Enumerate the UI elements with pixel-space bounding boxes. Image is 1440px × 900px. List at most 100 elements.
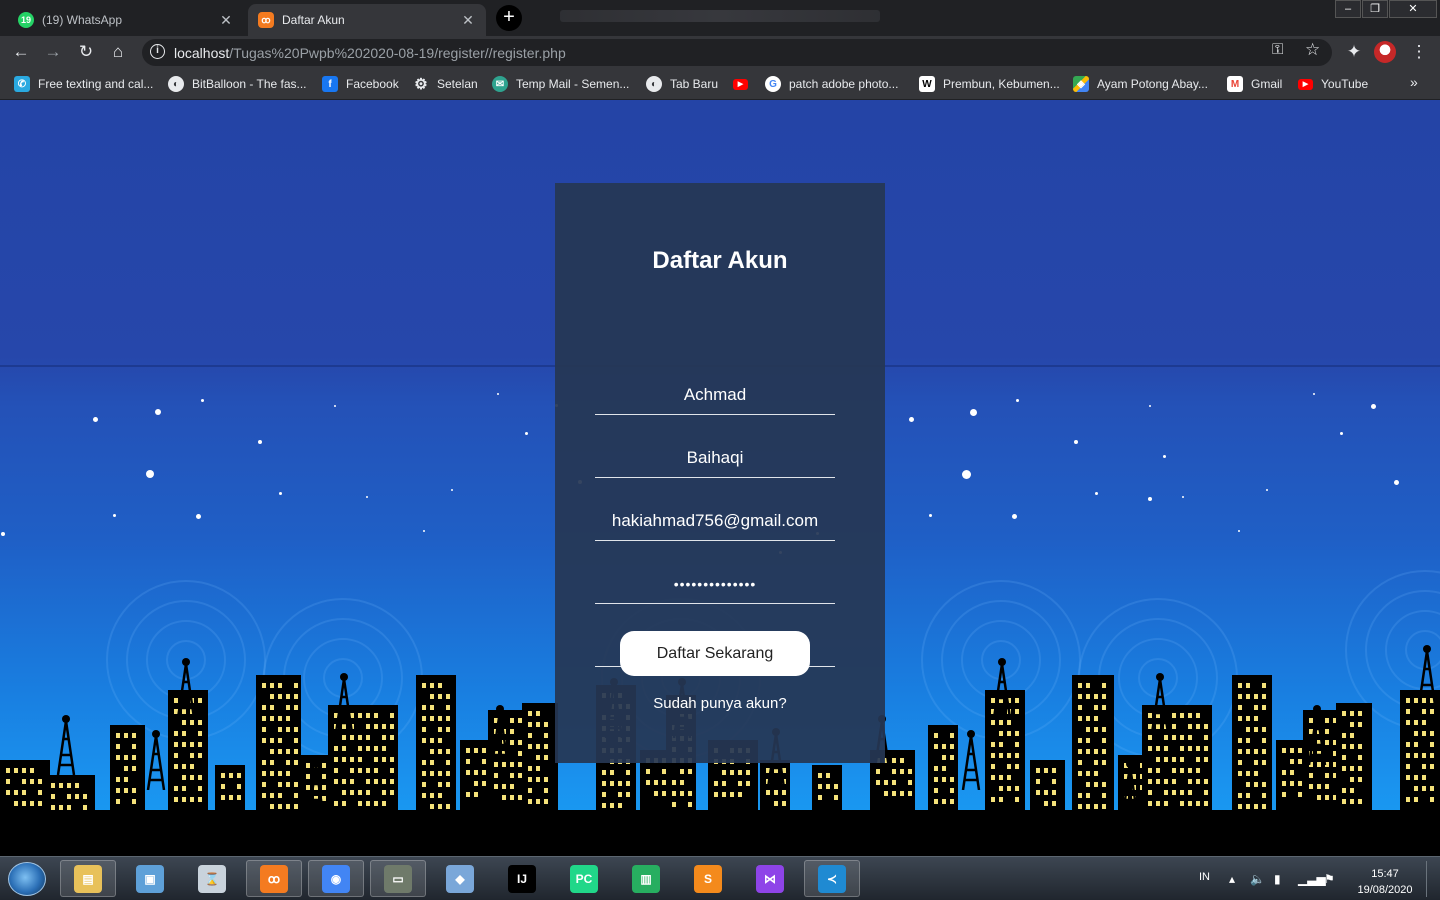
reload-icon[interactable]: ↻ [74,40,98,64]
forward-icon[interactable]: → [41,40,65,64]
building-window [1204,790,1208,795]
email-input[interactable] [595,501,835,541]
taskbar-app[interactable]: ▤ [60,860,116,897]
tab-daftar-akun[interactable]: ꝏ Daftar Akun ✕ [248,4,486,36]
bookmark-item[interactable]: ✆ Free texting and cal... [14,75,153,93]
trello-icon: ▥ [632,864,660,893]
taskbar-app[interactable]: ≺ [804,860,860,897]
network-signal-icon[interactable]: ▁▃▅ [1298,872,1326,886]
close-tab-icon[interactable]: ✕ [218,12,234,29]
url-text[interactable]: localhost/Tugas%20Pwpb%202020-08-19/regi… [174,45,566,61]
building-window [390,779,394,784]
close-window-button[interactable]: ✕ [1389,0,1437,18]
building-window [190,775,194,780]
taskbar-app[interactable]: PC [556,860,612,897]
building-window [680,780,684,785]
building-window [278,694,282,699]
building-window [528,733,532,738]
address-bar[interactable]: i localhost/Tugas%20Pwpb%202020-08-19/re… [142,39,1332,66]
bookmark-item[interactable]: ✉ Temp Mail - Semen... [492,75,629,93]
new-tab-button[interactable]: + [496,5,522,31]
system-clock[interactable]: 15:47 19/08/2020 [1350,866,1420,898]
building-window [1094,760,1098,765]
bookmark-item[interactable]: ◈ Ayam Potong Abay... [1073,75,1208,93]
taskbar-app[interactable]: IJ [494,860,550,897]
bookmark-item[interactable]: ⚙ Setelan [413,75,477,93]
taskbar-app[interactable]: ◆ [432,860,488,897]
bookmark-item[interactable]: ▶ YouTube [1298,75,1368,93]
first-name-input[interactable] [595,375,835,415]
antenna-tower [306,760,326,821]
taskbar-app[interactable]: ▣ [122,860,178,897]
building-window [818,784,822,789]
building-window [528,777,532,782]
taskbar-app[interactable]: ▭ [370,860,426,897]
bookmarks-overflow-button[interactable]: » [1410,74,1418,90]
bookmark-item[interactable]: f Facebook [322,75,399,93]
antenna-tower [961,730,981,791]
whatsapp-icon: 19 [18,12,34,28]
building-window [934,766,938,771]
building-window [1238,683,1242,688]
taskbar-app[interactable]: ▥ [618,860,674,897]
bookmark-item[interactable]: M Gmail [1227,75,1282,93]
maximize-button[interactable]: ❐ [1362,0,1388,18]
action-center-icon[interactable]: ⚑ [1324,872,1335,886]
show-hidden-icons-icon[interactable]: ▴ [1229,872,1235,886]
building-window [528,744,532,749]
xampp-icon: ꝏ [260,864,288,893]
login-link[interactable]: Sudah punya akun? [555,695,885,712]
taskbar-app[interactable]: ⋈ [742,860,798,897]
register-button[interactable]: Daftar Sekarang [620,631,810,676]
bookmark-label: Gmail [1251,77,1283,91]
bookmark-item[interactable]: ◐ Tab Baru [646,75,718,93]
building-window [1078,716,1082,721]
building-window [1262,694,1266,699]
building-window [438,738,442,743]
bookmark-item[interactable]: W Prembun, Kebumen... [919,75,1060,93]
taskbar-app[interactable]: ⌛ [184,860,240,897]
close-tab-icon[interactable]: ✕ [460,12,476,29]
bookmark-item[interactable]: ▶ [733,75,756,93]
bookmark-item[interactable]: ◐ BitBalloon - The fas... [168,75,307,93]
info-icon[interactable]: i [150,44,165,59]
key-icon[interactable]: ⚿ [1272,41,1283,58]
building-window [892,758,896,763]
extensions-icon[interactable]: ✦ [1342,40,1366,64]
start-button[interactable] [8,862,46,896]
building-window [422,738,426,743]
building [110,725,145,815]
show-desktop-button[interactable] [1426,861,1438,897]
register-card: Daftar Akun Daftar Sekarang Sudah punya … [555,183,885,763]
taskbar-app[interactable]: ◉ [308,860,364,897]
last-name-input[interactable] [595,438,835,478]
taskbar-app[interactable]: ꝏ [246,860,302,897]
home-icon[interactable]: ⌂ [106,40,130,64]
password-input[interactable] [595,564,835,604]
building-window [1342,733,1346,738]
star [497,393,499,395]
building-window [374,724,378,729]
taskbar-app[interactable]: S [680,860,736,897]
menu-icon[interactable]: ⋮ [1407,40,1431,64]
building-window [502,784,506,789]
star [962,470,971,479]
power-icon[interactable]: ▮ [1274,872,1281,886]
profile-avatar[interactable] [1374,41,1396,63]
back-icon[interactable]: ← [9,40,33,64]
building-window [999,797,1003,802]
building-window [1358,722,1362,727]
tab-whatsapp[interactable]: 19 (19) WhatsApp ✕ [8,4,244,36]
bookmark-label: Tab Baru [670,77,719,91]
building-window [22,768,26,773]
building-window [430,716,434,721]
building-window [221,784,225,789]
star-icon[interactable]: ☆ [1305,40,1320,60]
bookmark-item[interactable]: Gpatch adobe photo... [765,75,898,93]
language-indicator[interactable]: IN [1199,871,1210,883]
volume-icon[interactable]: 🔈 [1250,872,1265,886]
building-window [182,786,186,791]
building-window [1164,801,1168,806]
building-window [746,781,750,786]
minimize-button[interactable]: ‒ [1335,0,1361,18]
